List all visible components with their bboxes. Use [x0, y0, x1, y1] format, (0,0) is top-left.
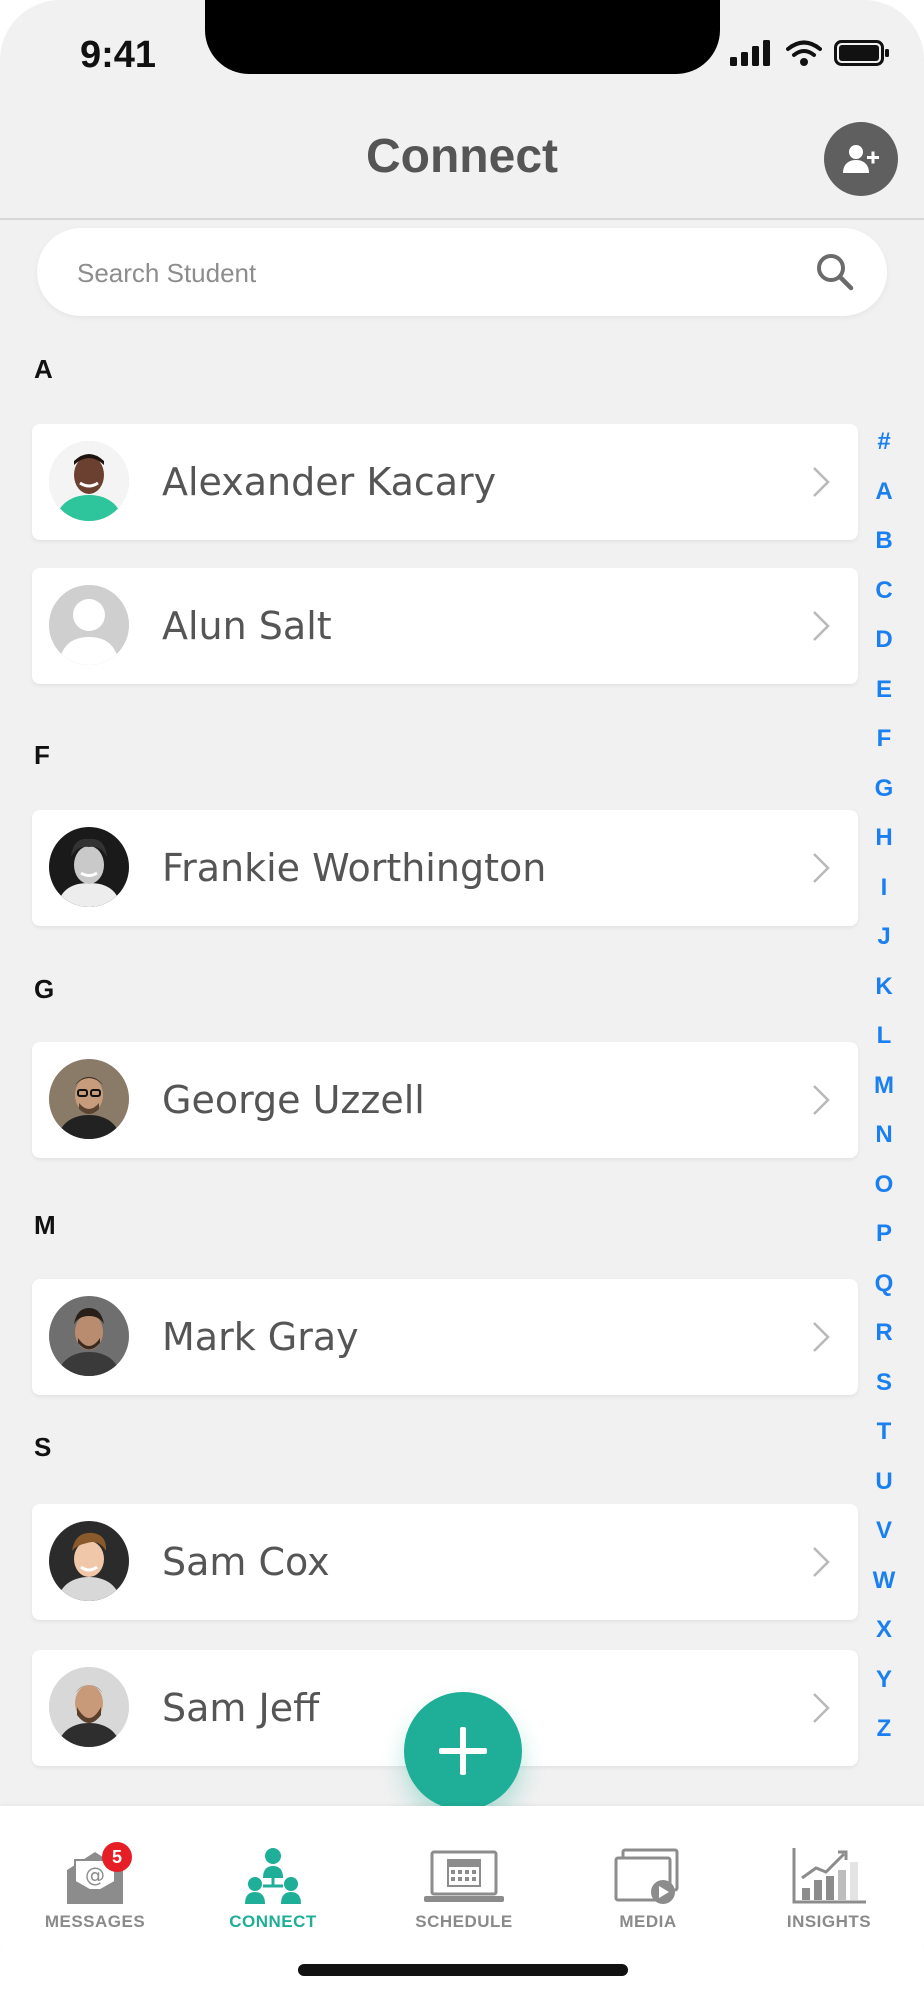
nav-schedule[interactable]: SCHEDULE	[389, 1836, 539, 1932]
index-letter[interactable]: O	[866, 1171, 902, 1221]
index-letter[interactable]: N	[866, 1121, 902, 1171]
index-letter[interactable]: Q	[866, 1270, 902, 1320]
index-letter[interactable]: F	[866, 725, 902, 775]
page-title: Connect	[366, 130, 558, 183]
wifi-icon	[786, 40, 822, 66]
svg-text:@: @	[85, 1863, 105, 1887]
index-letter[interactable]: Y	[866, 1666, 902, 1716]
contact-name: George Uzzell	[162, 1078, 425, 1122]
index-letter[interactable]: A	[866, 478, 902, 528]
index-letter[interactable]: D	[866, 626, 902, 676]
battery-icon	[834, 40, 889, 66]
nav-label: CONNECT	[229, 1912, 317, 1931]
avatar	[49, 827, 129, 907]
section-header-f: F	[34, 740, 50, 770]
status-icons	[730, 40, 890, 66]
nav-media[interactable]: MEDIA	[573, 1836, 723, 1932]
avatar	[49, 1521, 129, 1601]
avatar	[49, 441, 129, 521]
nav-connect[interactable]: CONNECT	[198, 1836, 348, 1932]
nav-label: MEDIA	[619, 1912, 677, 1931]
unread-badge: 5	[102, 1842, 132, 1872]
search-bar	[37, 228, 887, 318]
plus-icon	[439, 1727, 487, 1775]
status-time: 9:41	[80, 34, 157, 76]
add-user-button[interactable]	[824, 122, 898, 196]
app-header: Connect	[0, 100, 924, 220]
contact-card[interactable]: Frankie Worthington	[32, 810, 858, 926]
contact-card[interactable]: Mark Gray	[32, 1279, 858, 1395]
media-icon	[573, 1836, 723, 1906]
nav-label: SCHEDULE	[415, 1912, 513, 1931]
index-letter[interactable]: C	[866, 577, 902, 627]
avatar	[49, 1059, 129, 1139]
index-letter[interactable]: W	[866, 1567, 902, 1617]
chevron-right-icon	[813, 611, 830, 641]
chevron-right-icon	[813, 467, 830, 497]
index-letter[interactable]: P	[866, 1220, 902, 1270]
contact-name: Alexander Kacary	[162, 460, 497, 504]
search-input[interactable]	[75, 228, 779, 318]
chart-icon	[754, 1836, 904, 1906]
nav-messages[interactable]: @ 5 MESSAGES	[20, 1836, 170, 1932]
chevron-right-icon	[813, 1693, 830, 1723]
contact-name: Alun Salt	[162, 604, 332, 648]
index-letter[interactable]: L	[866, 1022, 902, 1072]
nav-insights[interactable]: INSIGHTS	[754, 1836, 904, 1932]
index-letter[interactable]: S	[866, 1369, 902, 1419]
contact-card[interactable]: Alexander Kacary	[32, 424, 858, 540]
app-screen: 9:41 Connect Search Student A Alexander …	[0, 0, 924, 2000]
avatar	[49, 1296, 129, 1376]
chevron-right-icon	[813, 1085, 830, 1115]
avatar-placeholder	[49, 585, 129, 665]
contact-card[interactable]: Sam Cox	[32, 1504, 858, 1620]
section-header-a: A	[34, 354, 53, 384]
contact-name: Sam Cox	[162, 1540, 330, 1584]
index-letter[interactable]: Z	[866, 1715, 902, 1765]
index-letter[interactable]: I	[866, 874, 902, 924]
search-icon[interactable]	[815, 252, 855, 292]
index-letter[interactable]: T	[866, 1418, 902, 1468]
contact-name: Sam Jeff	[162, 1686, 320, 1730]
contact-card[interactable]: George Uzzell	[32, 1042, 858, 1158]
alphabet-index: # A B C D E F G H I J K L M N O P Q R S T U V W X Y Z	[866, 428, 902, 1765]
index-letter[interactable]: X	[866, 1616, 902, 1666]
index-letter[interactable]: G	[866, 775, 902, 825]
section-header-g: G	[34, 974, 55, 1004]
index-letter[interactable]: U	[866, 1468, 902, 1518]
add-fab-button[interactable]	[404, 1692, 522, 1810]
index-letter[interactable]: V	[866, 1517, 902, 1567]
chevron-right-icon	[813, 1547, 830, 1577]
home-indicator	[298, 1964, 628, 1976]
index-letter[interactable]: M	[866, 1072, 902, 1122]
nav-label: MESSAGES	[44, 1912, 146, 1931]
nav-label: INSIGHTS	[786, 1912, 872, 1931]
index-letter[interactable]: B	[866, 527, 902, 577]
mail-icon: @	[20, 1836, 170, 1906]
device-notch	[205, 0, 720, 74]
add-user-icon	[843, 145, 879, 173]
calendar-icon	[389, 1836, 539, 1906]
index-letter[interactable]: J	[866, 923, 902, 973]
index-letter[interactable]: H	[866, 824, 902, 874]
index-letter[interactable]: #	[866, 428, 902, 478]
avatar	[49, 1667, 129, 1747]
network-icon	[198, 1836, 348, 1906]
section-header-s: S	[34, 1432, 52, 1462]
index-letter[interactable]: R	[866, 1319, 902, 1369]
contact-card[interactable]: Alun Salt	[32, 568, 858, 684]
index-letter[interactable]: K	[866, 973, 902, 1023]
contact-name: Mark Gray	[162, 1315, 359, 1359]
contact-name: Frankie Worthington	[162, 846, 547, 890]
index-letter[interactable]: E	[866, 676, 902, 726]
status-bar: 9:41	[0, 0, 924, 100]
chevron-right-icon	[813, 853, 830, 883]
chevron-right-icon	[813, 1322, 830, 1352]
signal-icon	[730, 40, 770, 66]
section-header-m: M	[34, 1210, 56, 1240]
